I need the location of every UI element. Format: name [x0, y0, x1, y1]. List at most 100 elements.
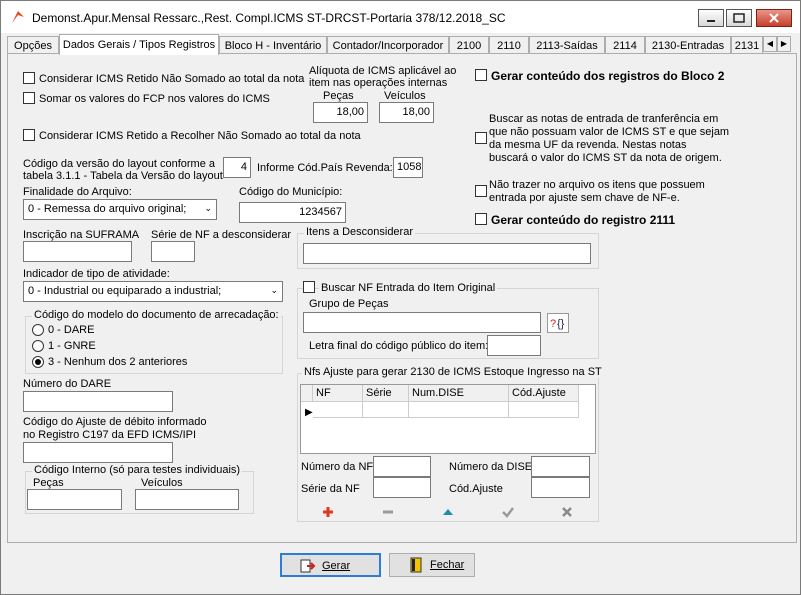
- versao-input[interactable]: 4: [223, 157, 251, 178]
- ajuste-label-1: Código do Ajuste de débito informado: [23, 416, 207, 428]
- grupo-pecas-label: Grupo de Peças: [309, 298, 389, 310]
- buscar-nf-checkbox[interactable]: [303, 281, 315, 293]
- tab-dados-gerais[interactable]: Dados Gerais / Tipos Registros: [59, 34, 219, 55]
- grid-cell[interactable]: [509, 402, 579, 418]
- versao-label-1: Código da versão do layout conforme a: [23, 158, 216, 170]
- dare-label: Número do DARE: [23, 378, 112, 390]
- finalidade-label: Finalidade do Arquivo:: [23, 186, 132, 198]
- municipio-label: Código do Município:: [239, 186, 343, 198]
- radio-dare-label: 0 - DARE: [48, 324, 95, 336]
- interno-pecas-input[interactable]: [27, 489, 122, 510]
- aliquota-pecas-input[interactable]: 18,00: [313, 102, 368, 123]
- cod-ajuste-input[interactable]: [531, 477, 590, 498]
- gerar-label: Gerar: [322, 560, 351, 572]
- suframa-input[interactable]: [23, 241, 132, 262]
- finalidade-select[interactable]: 0 - Remessa do arquivo original; ⌄: [23, 199, 217, 220]
- close-button[interactable]: [756, 9, 792, 27]
- minus-icon[interactable]: [381, 505, 395, 519]
- maximize-icon: [733, 13, 745, 23]
- plus-icon[interactable]: [321, 505, 335, 519]
- tab-2114[interactable]: 2114: [605, 36, 645, 54]
- check-icon[interactable]: [501, 505, 515, 519]
- grid-header-serie[interactable]: Série: [363, 385, 409, 402]
- icms-recolher-checkbox[interactable]: [23, 129, 35, 141]
- nao-trazer-checkbox[interactable]: [475, 185, 487, 197]
- letra-input[interactable]: [487, 335, 541, 356]
- suframa-label: Inscrição na SUFRAMA: [23, 229, 140, 241]
- pais-input[interactable]: 1058: [393, 157, 423, 178]
- serie-nf-input[interactable]: [373, 477, 431, 498]
- bloco2-checkbox[interactable]: [475, 69, 487, 81]
- title-bar: Demonst.Apur.Mensal Ressarc.,Rest. Compl…: [1, 1, 800, 33]
- numero-nf-label: Número da NF: [301, 461, 374, 473]
- fcp-label: Somar os valores do FCP nos valores do I…: [39, 93, 270, 105]
- radio-gnre[interactable]: [32, 340, 44, 352]
- finalidade-value: 0 - Remessa do arquivo original;: [28, 203, 187, 215]
- interno-veiculos-input[interactable]: [135, 489, 239, 510]
- minimize-button[interactable]: [698, 9, 724, 27]
- svg-text:?: ?: [550, 318, 556, 330]
- maximize-button[interactable]: [726, 9, 752, 27]
- pais-label: Informe Cód.País Revenda:: [257, 162, 393, 174]
- tab-2113[interactable]: 2113-Saídas: [529, 36, 605, 54]
- numero-dise-label: Número da DISE: [449, 461, 533, 473]
- gerar-button[interactable]: Gerar: [280, 553, 381, 577]
- veiculos-label: Veículos: [384, 90, 426, 102]
- minimize-icon: [707, 20, 715, 22]
- grid-header-ajuste[interactable]: Cód.Ajuste: [509, 385, 579, 402]
- nfs-grid[interactable]: NF Série Num.DISE Cód.Ajuste ▶: [300, 384, 596, 454]
- registro2111-checkbox[interactable]: [475, 213, 487, 225]
- icms-retido-label: Considerar ICMS Retido Não Somado ao tot…: [39, 73, 305, 85]
- atividade-value: 0 - Industrial ou equiparado a industria…: [28, 285, 222, 297]
- fechar-label: Fechar: [430, 559, 465, 571]
- tab-2110[interactable]: 2110: [489, 36, 529, 54]
- lookup-button[interactable]: ? {}: [547, 313, 569, 333]
- aliquota-veiculos-input[interactable]: 18,00: [379, 102, 434, 123]
- letra-label: Letra final do código público do item:: [309, 340, 489, 352]
- window-title: Demonst.Apur.Mensal Ressarc.,Rest. Compl…: [32, 11, 506, 25]
- itens-input[interactable]: [303, 243, 591, 264]
- icms-retido-checkbox[interactable]: [23, 72, 35, 84]
- grid-header-nf[interactable]: NF: [313, 385, 363, 402]
- main-window: Demonst.Apur.Mensal Ressarc.,Rest. Compl…: [0, 0, 801, 595]
- numero-dise-input[interactable]: [531, 456, 590, 477]
- generate-icon: [300, 559, 316, 573]
- tab-bloco-h[interactable]: Bloco H - Inventário: [219, 36, 327, 54]
- grid-cell[interactable]: [363, 402, 409, 418]
- interno-pecas-label: Peças: [33, 477, 64, 489]
- itens-group-title: Itens a Desconsiderar: [304, 226, 415, 238]
- tab-scroll-left[interactable]: ◀: [763, 36, 777, 52]
- up-icon[interactable]: [441, 505, 455, 519]
- grid-cell[interactable]: [313, 402, 363, 418]
- tab-opcoes[interactable]: Opções: [7, 36, 59, 54]
- lookup-icon: ? {}: [550, 318, 565, 330]
- tab-2130[interactable]: 2130-Entradas: [645, 36, 731, 54]
- registro2111-label: Gerar conteúdo do registro 2111: [491, 213, 676, 227]
- grid-cell[interactable]: [409, 402, 509, 418]
- tab-contador[interactable]: Contador/Incorporador: [327, 36, 449, 54]
- grid-header-dise[interactable]: Num.DISE: [409, 385, 509, 402]
- exit-door-icon: [410, 557, 422, 573]
- fcp-checkbox[interactable]: [23, 92, 35, 104]
- buscar-notas-checkbox[interactable]: [475, 132, 487, 144]
- fechar-button[interactable]: Fechar: [389, 553, 475, 577]
- radio-dare[interactable]: [32, 324, 44, 336]
- radio-nenhum[interactable]: [32, 356, 44, 368]
- serie-nf-label: Série da NF: [301, 483, 360, 495]
- tab-scroll-right[interactable]: ▶: [777, 36, 791, 52]
- numero-nf-input[interactable]: [373, 456, 431, 477]
- ajuste-input[interactable]: [23, 442, 173, 463]
- buscar-notas-text-3: da mesma UF da revenda. Nestas notas: [489, 139, 687, 151]
- app-icon: [12, 11, 24, 23]
- tab-2100[interactable]: 2100: [449, 36, 489, 54]
- atividade-select[interactable]: 0 - Industrial ou equiparado a industria…: [23, 281, 283, 302]
- municipio-input[interactable]: 1234567: [239, 202, 346, 223]
- tab-2131[interactable]: 2131: [731, 36, 763, 54]
- aliquota-label: Alíquota de ICMS aplicável ao item nas o…: [309, 65, 457, 89]
- radio-nenhum-label: 3 - Nenhum dos 2 anteriores: [48, 356, 188, 368]
- chevron-down-icon: ⌄: [270, 285, 278, 295]
- x-icon[interactable]: [560, 505, 574, 519]
- grupo-pecas-input[interactable]: [303, 312, 541, 333]
- serie-input[interactable]: [151, 241, 195, 262]
- dare-input[interactable]: [23, 391, 173, 412]
